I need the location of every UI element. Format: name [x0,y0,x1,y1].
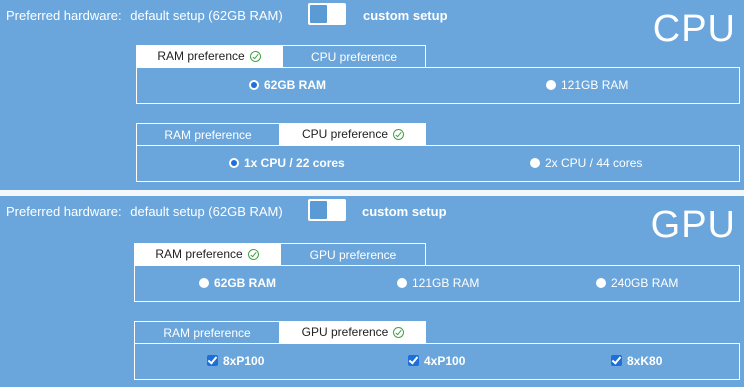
preferred-hardware-label: Preferred hardware: [6,8,122,23]
tab-ram-preference[interactable]: RAM preference [136,45,282,67]
ram-options-panel: 62GB RAM 121GB RAM 240GB RAM [134,265,740,302]
option-2x-cpu[interactable]: 2x CPU / 44 cores [530,155,642,172]
option-label: 240GB RAM [611,276,679,290]
ram-preference-tabs: RAM preference GPU preference [134,243,426,265]
option-label: 2x CPU / 44 cores [545,156,643,170]
custom-setup-label: custom setup [362,204,447,219]
option-4xp100[interactable]: 4xP100 [408,353,465,370]
checkbox-checked-icon [207,355,218,366]
setup-toggle[interactable] [308,199,346,221]
tab-gpu-preference[interactable]: GPU preference [280,243,426,265]
radio-unselected-icon [546,80,556,90]
option-label: 1x CPU / 22 cores [244,156,345,170]
setup-toggle[interactable] [308,3,346,25]
option-8xp100[interactable]: 8xP100 [207,353,264,370]
option-label: 121GB RAM [561,78,629,92]
toggle-knob [310,201,327,219]
tab-label: CPU preference [310,50,398,64]
check-circle-icon [393,129,405,140]
custom-setup-label: custom setup [363,8,448,23]
gpu-options-panel: 8xP100 4xP100 8xK80 [134,343,740,380]
checkbox-checked-icon [611,355,622,366]
option-label: 62GB RAM [264,78,327,92]
option-121gb-ram[interactable]: 121GB RAM [546,77,628,94]
check-circle-icon [249,51,261,62]
tab-label: GPU preference [309,248,397,262]
tab-ram-preference[interactable]: RAM preference [134,321,280,343]
tab-gpu-preference[interactable]: GPU preference [280,321,426,343]
preferred-hardware-label: Preferred hardware: [6,204,122,219]
cpu-options-panel: 1x CPU / 22 cores 2x CPU / 44 cores [136,145,740,182]
radio-selected-icon [229,158,239,168]
tab-label: RAM preference [164,128,252,142]
radio-selected-icon [249,80,259,90]
option-62gb-ram[interactable]: 62GB RAM [249,77,326,94]
tab-label: RAM preference [157,49,245,63]
option-label: 8xP100 [223,354,265,368]
section-title-gpu: GPU [650,204,736,246]
gpu-preference-tabs: RAM preference GPU preference [134,321,426,343]
cpu-section: Preferred hardware: default setup (62GB … [0,0,744,190]
ram-options-panel: 62GB RAM 121GB RAM [136,67,740,104]
toggle-knob [310,5,327,23]
preferred-hardware-row: Preferred hardware: default setup (62GB … [6,6,283,26]
tab-cpu-preference[interactable]: CPU preference [282,45,426,67]
checkbox-checked-icon [408,355,419,366]
tab-ram-preference[interactable]: RAM preference [134,243,280,265]
section-title-cpu: CPU [652,8,736,50]
option-label: 121GB RAM [412,276,480,290]
radio-unselected-icon [596,278,606,288]
gpu-section: Preferred hardware: default setup (62GB … [0,196,744,387]
option-label: 4xP100 [424,354,466,368]
option-62gb-ram[interactable]: 62GB RAM [199,275,276,292]
check-circle-icon [247,249,259,260]
option-label: 8xK80 [627,354,663,368]
tab-cpu-preference[interactable]: CPU preference [280,123,426,145]
tab-label: GPU preference [301,325,389,339]
radio-unselected-icon [397,278,407,288]
default-setup-label: default setup (62GB RAM) [130,204,283,219]
tab-label: RAM preference [163,326,251,340]
tab-label: CPU preference [301,127,389,141]
ram-preference-tabs: RAM preference CPU preference [136,45,426,67]
option-8xk80[interactable]: 8xK80 [611,353,662,370]
option-240gb-ram[interactable]: 240GB RAM [596,275,678,292]
radio-unselected-icon [199,278,209,288]
option-121gb-ram[interactable]: 121GB RAM [397,275,479,292]
radio-unselected-icon [530,158,540,168]
cpu-preference-tabs: RAM preference CPU preference [136,123,426,145]
option-1x-cpu[interactable]: 1x CPU / 22 cores [229,155,345,172]
preferred-hardware-row: Preferred hardware: default setup (62GB … [6,202,283,222]
tab-label: RAM preference [155,247,243,261]
default-setup-label: default setup (62GB RAM) [130,8,283,23]
tab-ram-preference[interactable]: RAM preference [136,123,280,145]
check-circle-icon [393,327,405,338]
option-label: 62GB RAM [214,276,277,290]
